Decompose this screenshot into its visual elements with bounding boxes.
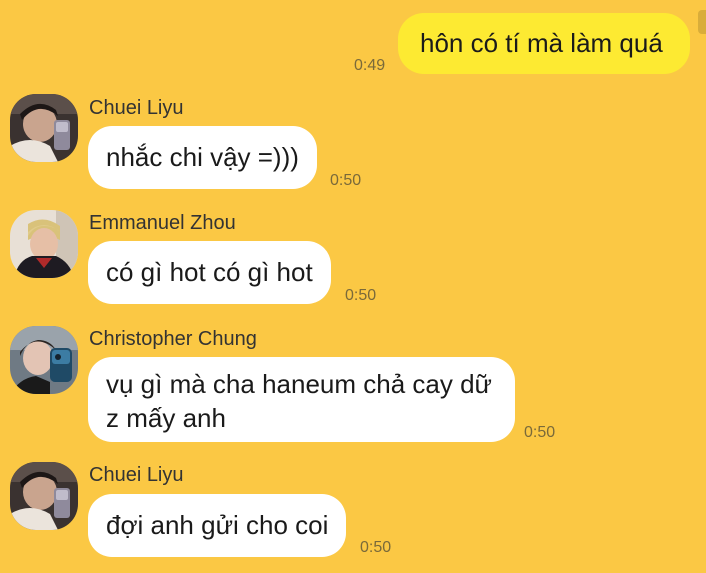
message-text: hôn có tí mà làm quá — [420, 28, 663, 58]
sender-name: Chuei Liyu — [89, 464, 184, 486]
message-bubble-incoming[interactable]: vụ gì mà cha haneum chả cay dữ z mấy anh — [88, 357, 515, 442]
message-text-line: z mấy anh — [106, 403, 226, 433]
message-time: 0:49 — [354, 57, 386, 74]
avatar[interactable] — [10, 326, 78, 394]
message-time: 0:50 — [330, 172, 362, 189]
message-text-line: vụ gì mà cha haneum chả cay dữ — [106, 369, 492, 399]
sender-name: Emmanuel Zhou — [89, 212, 236, 234]
message-bubble-outgoing[interactable]: hôn có tí mà làm quá — [398, 13, 690, 74]
message-text: nhắc chi vậy =))) — [106, 142, 299, 172]
sender-name: Chuei Liyu — [89, 97, 184, 119]
avatar[interactable] — [10, 94, 78, 162]
message-text: đợi anh gửi cho coi — [106, 510, 329, 540]
message-bubble-incoming[interactable]: có gì hot có gì hot — [88, 241, 331, 304]
avatar[interactable] — [10, 462, 78, 530]
message-text: có gì hot có gì hot — [106, 257, 313, 287]
sender-name: Christopher Chung — [89, 328, 257, 350]
chat-scroll-edge[interactable] — [698, 10, 706, 34]
message-bubble-incoming[interactable]: nhắc chi vậy =))) — [88, 126, 317, 189]
message-time: 0:50 — [345, 287, 377, 304]
avatar[interactable] — [10, 210, 78, 278]
message-time: 0:50 — [360, 539, 392, 556]
message-bubble-incoming[interactable]: đợi anh gửi cho coi — [88, 494, 347, 557]
message-time: 0:50 — [524, 424, 556, 441]
